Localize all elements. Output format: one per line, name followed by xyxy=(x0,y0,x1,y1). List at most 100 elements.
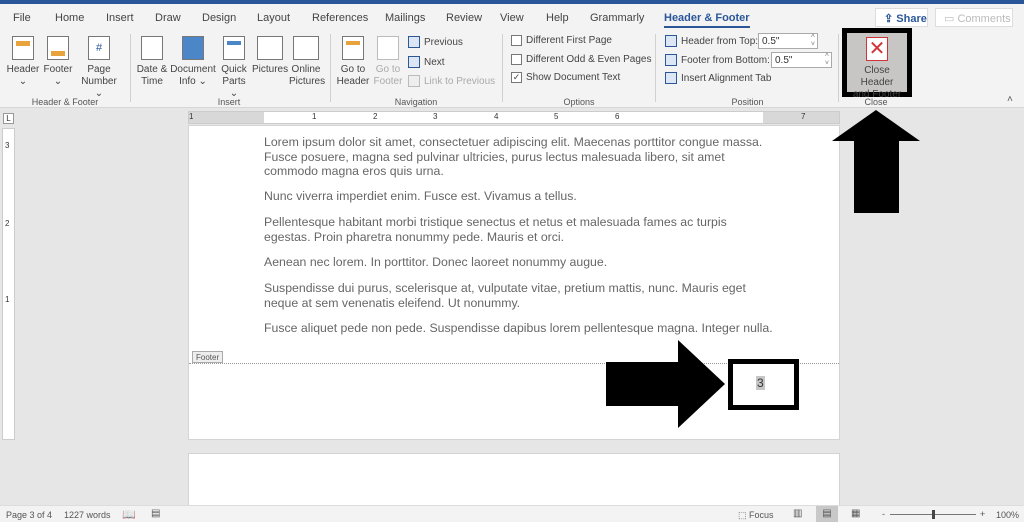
right-arrow-annotation xyxy=(606,340,725,428)
tab-view[interactable]: View xyxy=(500,12,524,24)
ruler-number: 1 xyxy=(189,112,194,121)
show-document-text-checkbox[interactable]: ✓ Show Document Text xyxy=(511,72,620,83)
share-button[interactable]: ⇪ Share xyxy=(875,8,928,27)
group-label-position: Position xyxy=(731,97,764,107)
pictures-button[interactable]: Pictures xyxy=(252,36,288,76)
vertical-ruler[interactable]: 3 2 1 xyxy=(2,128,15,440)
print-layout-icon[interactable]: ▤ xyxy=(816,506,838,522)
online-pictures-icon xyxy=(293,36,319,60)
header-from-top-input[interactable]: 0.5" ˄ ˅ xyxy=(758,33,818,49)
page-count[interactable]: Page 3 of 4 xyxy=(6,510,52,520)
collapse-ribbon-icon[interactable]: ˄ xyxy=(1007,94,1013,105)
tab-insert[interactable]: Insert xyxy=(106,12,134,24)
footer-icon xyxy=(47,36,69,60)
status-bar: Page 3 of 4 1227 words 📖 ▤ ⬚ Focus ▥ ▤ ▦… xyxy=(0,505,1024,522)
focus-button[interactable]: ⬚ Focus xyxy=(738,510,774,521)
tab-layout[interactable]: Layout xyxy=(257,12,290,24)
web-layout-icon[interactable]: ▦ xyxy=(851,508,860,519)
checkbox xyxy=(511,54,522,65)
divider xyxy=(838,34,839,102)
document-info-button[interactable]: Document Info ⌄ xyxy=(170,36,216,88)
horizontal-ruler[interactable]: 1 1 2 3 4 5 6 7 xyxy=(188,111,840,124)
comment-icon: ▭ xyxy=(944,13,958,25)
ruler-number: 1 xyxy=(312,112,317,121)
focus-icon: ⬚ xyxy=(738,510,750,520)
group-label-header-footer: Header & Footer xyxy=(31,97,99,107)
insert-alignment-tab-button[interactable]: Insert Alignment Tab xyxy=(665,72,771,84)
up-arrow-annotation xyxy=(832,110,920,213)
paragraph[interactable]: Nunc viverra imperdiet enim. Fusce est. … xyxy=(264,189,774,204)
paragraph[interactable]: Lorem ipsum dolor sit amet, consectetuer… xyxy=(264,135,774,179)
zoom-level[interactable]: 100% xyxy=(996,510,1019,520)
tab-design[interactable]: Design xyxy=(202,12,236,24)
tab-review[interactable]: Review xyxy=(446,12,482,24)
read-mode-icon[interactable]: ▥ xyxy=(793,508,802,519)
zoom-slider[interactable] xyxy=(890,510,976,519)
next-button[interactable]: Next xyxy=(408,56,445,68)
zoom-slider-thumb[interactable] xyxy=(932,510,935,519)
go-to-header-icon xyxy=(342,36,364,60)
paragraph[interactable]: Fusce aliquet pede non pede. Suspendisse… xyxy=(264,321,774,336)
zoom-out-button[interactable]: - xyxy=(882,509,885,519)
ribbon: Header ⌄ Footer ⌄ # Page Number ⌄ Header & F… xyxy=(0,28,1024,108)
tab-grammarly[interactable]: Grammarly xyxy=(590,12,644,24)
previous-button[interactable]: Previous xyxy=(408,36,463,48)
macro-icon[interactable]: ▤ xyxy=(151,508,160,519)
spinner-icon[interactable]: ˄ ˅ xyxy=(811,33,815,49)
paragraph[interactable]: Suspendisse dui purus, scelerisque at, v… xyxy=(264,281,774,310)
tab-mailings[interactable]: Mailings xyxy=(385,12,425,24)
tab-selector[interactable]: L xyxy=(3,113,14,124)
share-icon: ⇪ xyxy=(884,13,897,25)
word-count[interactable]: 1227 words xyxy=(64,510,111,520)
footer-position-icon xyxy=(665,54,677,66)
tab-references[interactable]: References xyxy=(312,12,368,24)
footer-tag: Footer xyxy=(192,351,224,363)
quick-parts-icon xyxy=(223,36,245,60)
ruler-number: 3 xyxy=(5,141,10,150)
footer-from-bottom-input[interactable]: 0.5" ˄ ˅ xyxy=(771,52,832,68)
alignment-tab-icon xyxy=(665,72,677,84)
paragraph[interactable]: Aenean nec lorem. In porttitor. Donec la… xyxy=(264,255,774,270)
next-page[interactable] xyxy=(188,453,840,513)
quick-parts-button[interactable]: Quick Parts ⌄ xyxy=(218,36,250,100)
different-first-page-checkbox[interactable]: Different First Page xyxy=(511,35,612,46)
online-pictures-button[interactable]: Online Pictures xyxy=(289,36,325,88)
page-number-icon: # xyxy=(88,36,110,60)
ruler-number: 5 xyxy=(554,112,559,121)
footer-button[interactable]: Footer ⌄ xyxy=(42,36,74,88)
comments-button[interactable]: ▭ Comments xyxy=(935,8,1013,27)
tab-home[interactable]: Home xyxy=(55,12,84,24)
ruler-number: 2 xyxy=(5,219,10,228)
date-time-button[interactable]: Date & Time xyxy=(134,36,170,88)
link-icon xyxy=(408,75,420,87)
pictures-icon xyxy=(257,36,283,60)
different-odd-even-checkbox[interactable]: Different Odd & Even Pages xyxy=(511,54,651,65)
ribbon-tabs: File Home Insert Draw Design Layout Refe… xyxy=(0,4,1024,30)
document-info-icon xyxy=(182,36,204,60)
zoom-in-button[interactable]: + xyxy=(980,509,985,519)
page-number-field[interactable]: 3 xyxy=(756,376,765,390)
ruler-number: 2 xyxy=(373,112,378,121)
tab-draw[interactable]: Draw xyxy=(155,12,181,24)
paragraph[interactable]: Pellentesque habitant morbi tristique se… xyxy=(264,215,774,244)
group-label-close: Close xyxy=(864,97,888,107)
group-label-insert: Insert xyxy=(217,97,241,107)
spinner-icon[interactable]: ˄ ˅ xyxy=(825,52,829,68)
divider xyxy=(502,34,503,102)
header-button[interactable]: Header ⌄ xyxy=(6,36,40,88)
header-icon xyxy=(12,36,34,60)
page-number-button[interactable]: # Page Number ⌄ xyxy=(76,36,122,100)
proofing-icon[interactable]: 📖 xyxy=(122,508,136,521)
close-header-footer-button[interactable]: ✕ Close Header and Footer xyxy=(847,33,907,100)
close-icon: ✕ xyxy=(866,37,888,61)
footer-from-bottom-label: Footer from Bottom: xyxy=(665,54,770,66)
tab-help[interactable]: Help xyxy=(546,12,569,24)
go-to-footer-button[interactable]: Go to Footer xyxy=(371,36,405,88)
tab-file[interactable]: File xyxy=(13,12,31,24)
go-to-header-button[interactable]: Go to Header xyxy=(336,36,370,88)
tab-header-footer[interactable]: Header & Footer xyxy=(664,12,750,28)
header-from-top-label: Header from Top: xyxy=(665,35,758,47)
link-to-previous-button[interactable]: Link to Previous xyxy=(408,75,495,87)
next-icon xyxy=(408,56,420,68)
go-to-footer-icon xyxy=(377,36,399,60)
